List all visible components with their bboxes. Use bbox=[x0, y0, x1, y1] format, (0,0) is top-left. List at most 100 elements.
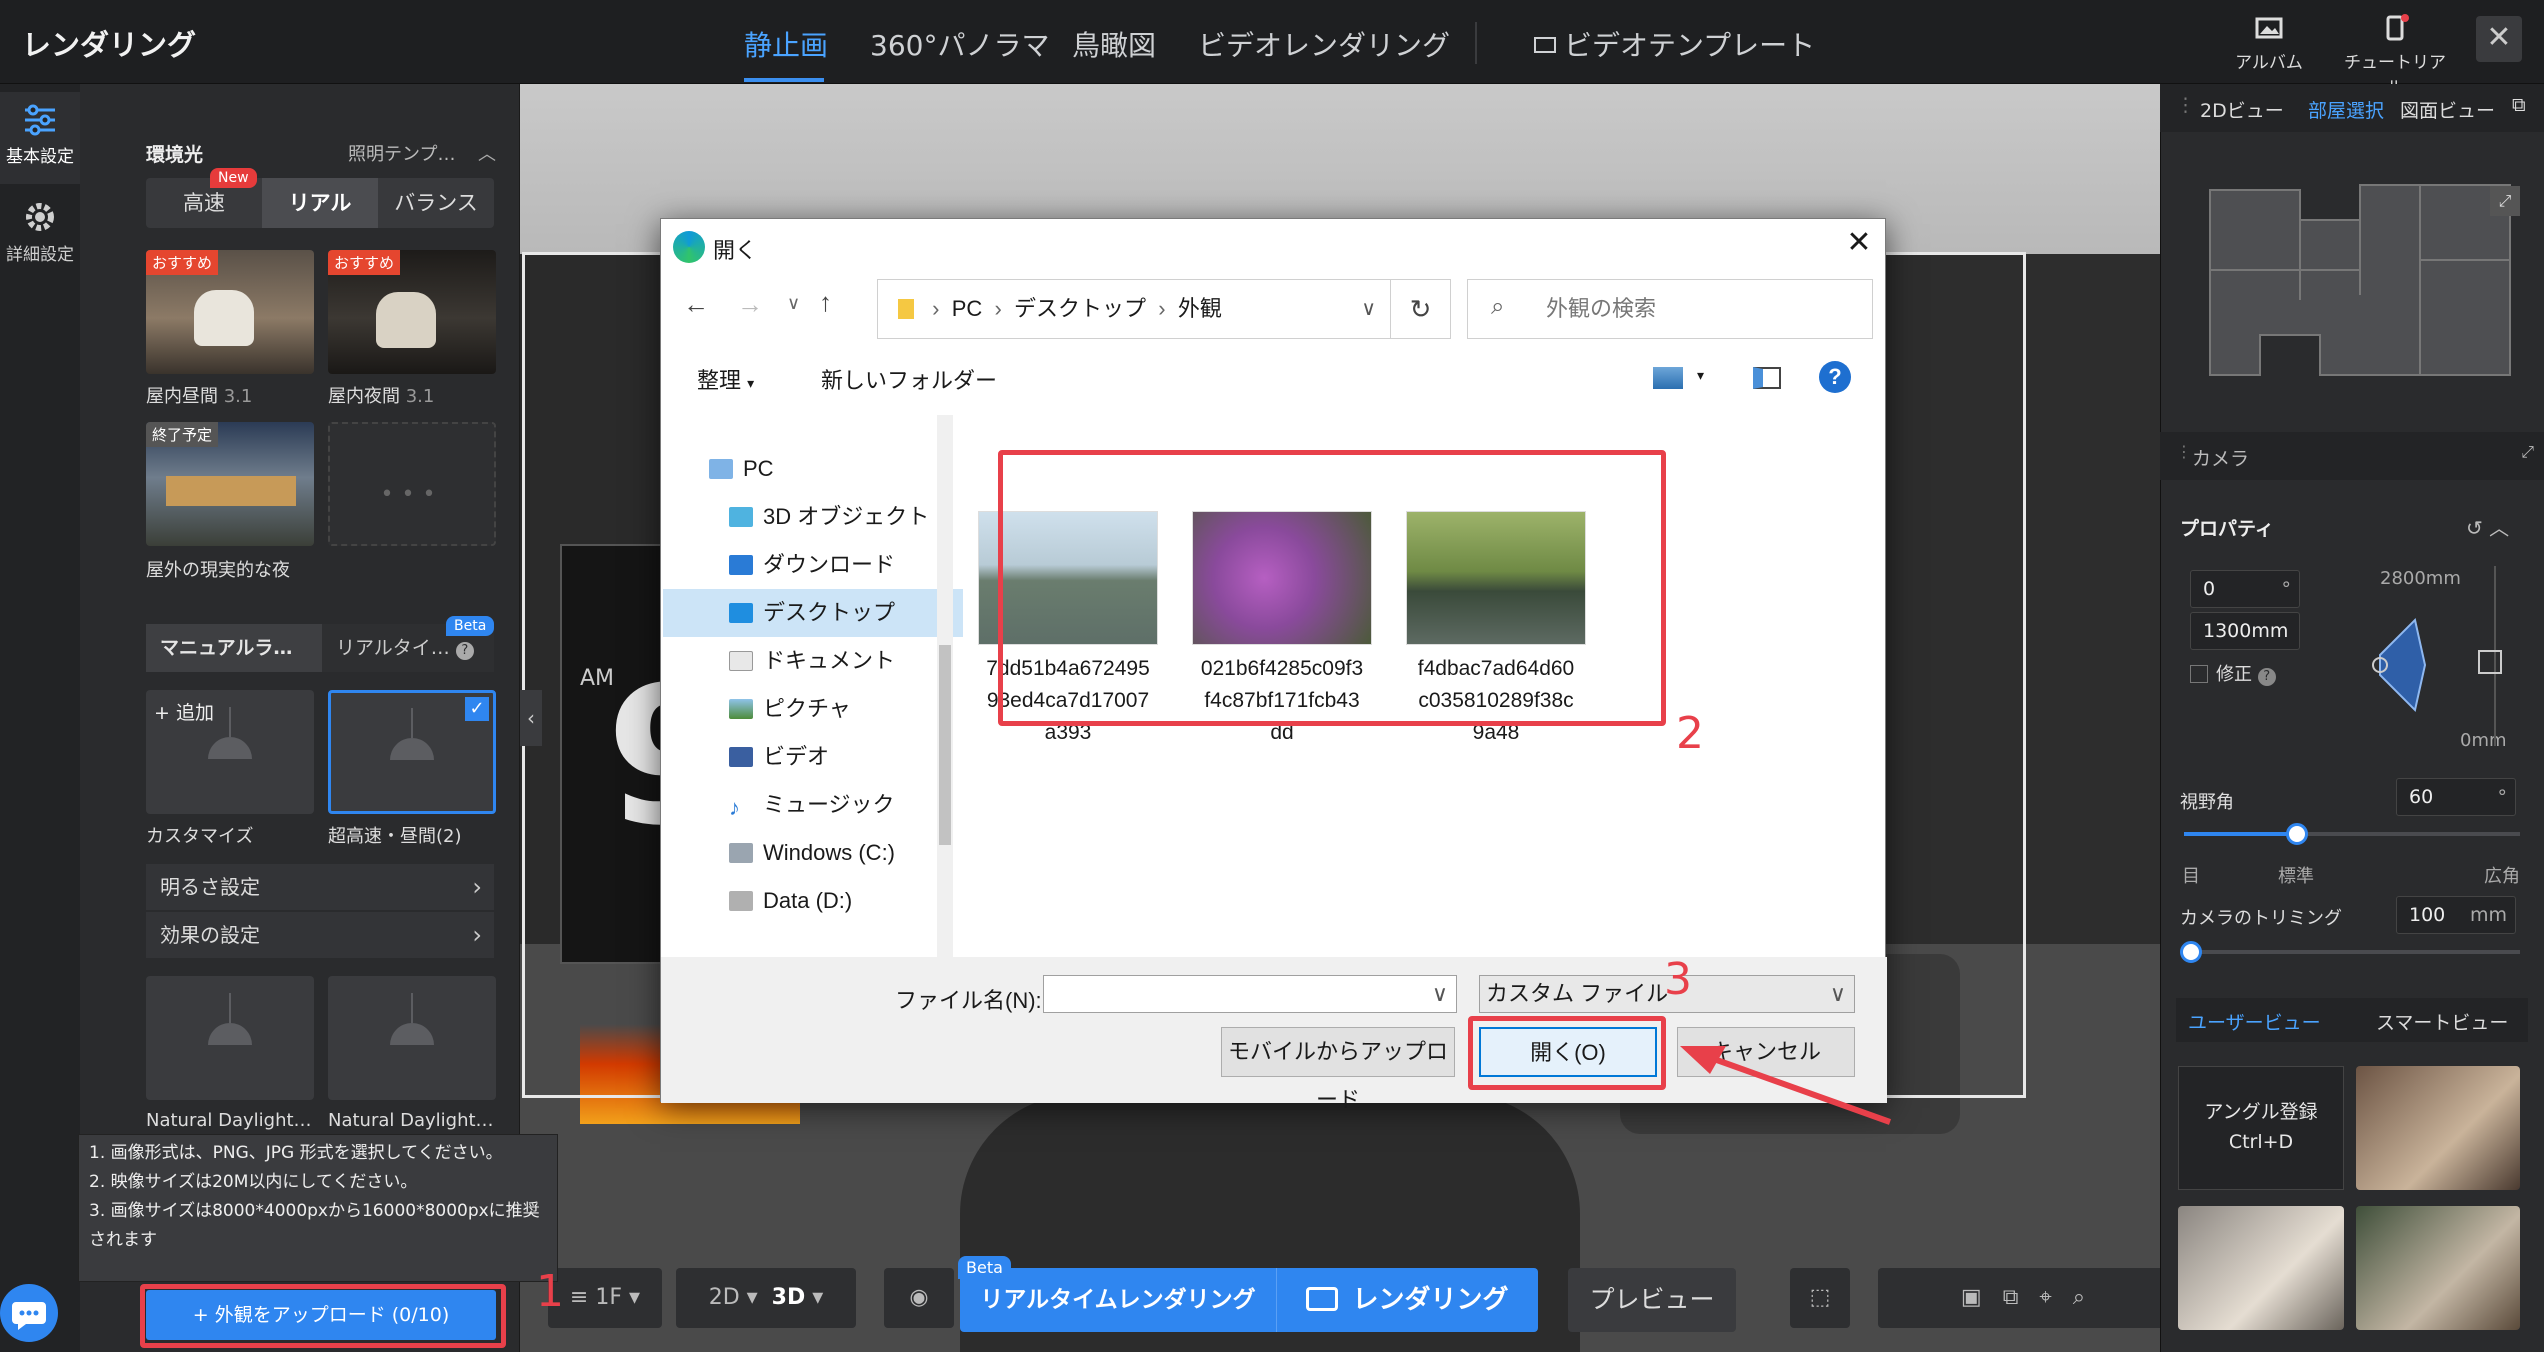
trim-input[interactable]: 100 mm bbox=[2396, 896, 2516, 934]
expand-icon[interactable]: ⤢ bbox=[2490, 186, 2520, 216]
chat-button[interactable] bbox=[0, 1284, 58, 1342]
compare-icon[interactable]: ⧉ bbox=[2003, 1285, 2019, 1310]
tree-item-pc[interactable]: PC bbox=[663, 445, 963, 493]
tree-item-3d[interactable]: 3D オブジェクト bbox=[663, 493, 963, 541]
preview-pane-icon[interactable] bbox=[1753, 367, 1781, 389]
view-dropdown-icon[interactable]: ▾ bbox=[1697, 367, 1704, 384]
frame-select-icon[interactable]: ⬚ bbox=[1790, 1268, 1850, 1328]
filename-input[interactable]: ∨ bbox=[1043, 975, 1457, 1013]
help-icon[interactable]: ? bbox=[455, 642, 474, 660]
fov-input[interactable]: 60 ° bbox=[2396, 778, 2516, 816]
help-icon[interactable]: ? bbox=[2257, 668, 2276, 686]
reset-icon[interactable]: ↺ ︿ bbox=[2466, 512, 2509, 541]
tree-scrollbar[interactable] bbox=[937, 415, 953, 957]
mode-3d[interactable]: 3D bbox=[772, 1285, 806, 1310]
tree-item-downloads[interactable]: ダウンロード bbox=[663, 541, 963, 589]
camera-height-icon[interactable] bbox=[2478, 650, 2502, 674]
focus-icon[interactable]: ⌖ bbox=[2039, 1285, 2051, 1310]
tab-video-rendering[interactable]: ビデオレンダリング bbox=[1198, 24, 1450, 64]
zoom-icon[interactable]: ⌕ bbox=[2073, 1285, 2085, 1310]
saved-view-thumb-3[interactable] bbox=[2356, 1206, 2520, 1330]
help-icon[interactable]: ? bbox=[1819, 361, 1851, 393]
scene-thumb-outdoor-night[interactable]: 終了予定 bbox=[146, 422, 314, 546]
collapse-left-icon[interactable]: ‹ bbox=[520, 690, 542, 746]
chevron-down-icon[interactable]: ∨ bbox=[1361, 280, 1376, 338]
quality-real[interactable]: リアル bbox=[262, 178, 378, 228]
tree-item-documents[interactable]: ドキュメント bbox=[663, 637, 963, 685]
tab-panorama[interactable]: 360°パノラマ bbox=[870, 24, 1049, 64]
scene-thumb-day[interactable]: おすすめ bbox=[146, 250, 314, 374]
saved-view-thumb-1[interactable] bbox=[2356, 1066, 2520, 1190]
fov-slider-track[interactable] bbox=[2184, 823, 2520, 845]
tab-birds-eye[interactable]: 鳥瞰図 bbox=[1072, 24, 1156, 64]
scene-thumb-night[interactable]: おすすめ bbox=[328, 250, 496, 374]
tree-item-pictures[interactable]: ピクチャ bbox=[663, 685, 963, 733]
trim-slider-track[interactable] bbox=[2180, 941, 2520, 963]
breadcrumb-exterior[interactable]: 外観 bbox=[1178, 296, 1222, 321]
tab-smart-view[interactable]: スマートビュー bbox=[2376, 1008, 2508, 1035]
light-card-ultra[interactable]: ✓ bbox=[328, 690, 496, 814]
breadcrumb-desktop[interactable]: デスクトップ bbox=[1014, 296, 1146, 321]
preview-button[interactable]: プレビュー bbox=[1568, 1268, 1736, 1332]
recent-dropdown-icon[interactable]: ∨ bbox=[787, 293, 800, 314]
rail-basic-settings[interactable]: 基本設定 bbox=[0, 92, 80, 184]
popout-icon[interactable]: ⧉ bbox=[2512, 94, 2526, 116]
tab-video-template[interactable]: ビデオテンプレート bbox=[1534, 24, 1815, 64]
quality-balance[interactable]: バランス bbox=[378, 178, 494, 228]
close-icon[interactable]: ✕ bbox=[2476, 16, 2522, 62]
forward-arrow-icon[interactable]: → bbox=[737, 289, 763, 320]
drag-handle-icon[interactable]: ⋮ bbox=[2176, 442, 2192, 461]
camera-angle-input[interactable]: 0 ° bbox=[2190, 570, 2300, 608]
rendering-button[interactable]: レンダリング bbox=[1276, 1268, 1538, 1332]
refresh-icon[interactable]: ↻ bbox=[1391, 279, 1451, 339]
light-card-nd2[interactable] bbox=[328, 976, 496, 1100]
tree-item-desktop[interactable]: デスクトップ bbox=[663, 589, 963, 637]
angle-register-card[interactable]: アングル登録 Ctrl+D bbox=[2178, 1066, 2344, 1190]
tab-user-view[interactable]: ユーザービュー bbox=[2188, 1008, 2321, 1035]
tab-plan-view[interactable]: 図面ビュー bbox=[2400, 96, 2495, 123]
effect-settings-row[interactable]: 効果の設定 › bbox=[146, 912, 494, 958]
light-card-nd1[interactable] bbox=[146, 976, 314, 1100]
tab-manual-light[interactable]: マニュアルラ… bbox=[146, 624, 322, 672]
dialog-close-icon[interactable]: ✕ bbox=[1839, 223, 1879, 263]
chevron-down-icon[interactable]: ∨ bbox=[1432, 976, 1448, 1012]
tree-item-music[interactable]: ♪ ミュージック bbox=[663, 781, 963, 829]
mobile-upload-button[interactable]: モバイルからアップロード bbox=[1221, 1027, 1455, 1112]
image-icon[interactable]: ▣ bbox=[1961, 1285, 1982, 1310]
checkbox-checked-icon[interactable]: ✓ bbox=[465, 697, 489, 721]
saved-view-thumb-2[interactable] bbox=[2178, 1206, 2344, 1330]
floor-selector[interactable]: ≡ 1F ▾ bbox=[548, 1268, 662, 1328]
rail-advanced-settings[interactable]: 詳細設定 bbox=[0, 200, 80, 280]
chevron-down-icon[interactable]: ∨ bbox=[1830, 976, 1846, 1012]
fov-slider-thumb[interactable] bbox=[2286, 823, 2308, 845]
floorplan-minimap[interactable]: ⤢ bbox=[2200, 180, 2520, 380]
lighting-template-link[interactable]: 照明テンプ… bbox=[348, 140, 455, 166]
tab-still-image[interactable]: 静止画 bbox=[744, 24, 828, 64]
scrollbar-thumb[interactable] bbox=[939, 645, 951, 845]
new-folder-button[interactable]: 新しいフォルダー bbox=[821, 363, 997, 395]
trim-slider-thumb[interactable] bbox=[2180, 941, 2202, 963]
search-input[interactable]: 外観の検索 bbox=[1467, 279, 1873, 339]
album-button[interactable]: アルバム bbox=[2214, 14, 2324, 73]
light-card-custom[interactable]: + 追加 bbox=[146, 690, 314, 814]
tree-item-drive-d[interactable]: Data (D:) bbox=[663, 877, 963, 925]
mode-2d[interactable]: 2D bbox=[709, 1285, 740, 1310]
drag-handle-icon[interactable]: ⋮ bbox=[2176, 94, 2195, 116]
tab-room-select[interactable]: 部屋選択 bbox=[2308, 96, 2384, 123]
camera-height-input[interactable]: 1300mm bbox=[2190, 612, 2300, 650]
scene-thumb-empty[interactable]: ••• bbox=[328, 422, 496, 546]
add-light-button[interactable]: + 追加 bbox=[154, 698, 214, 725]
expand-icon[interactable]: ⤢ bbox=[2521, 442, 2534, 462]
breadcrumb-pc[interactable]: PC bbox=[952, 296, 983, 321]
tree-item-videos[interactable]: ビデオ bbox=[663, 733, 963, 781]
address-bar[interactable]: › PC › デスクトップ › 外観 ∨ bbox=[877, 279, 1391, 339]
view-change-icon[interactable] bbox=[1653, 367, 1683, 389]
up-arrow-icon[interactable]: ↑ bbox=[819, 287, 832, 318]
organize-menu[interactable]: 整理 ▾ bbox=[697, 363, 754, 395]
tab-2d-view[interactable]: 2Dビュー bbox=[2200, 96, 2284, 123]
back-arrow-icon[interactable]: ← bbox=[683, 289, 709, 320]
eye-icon[interactable]: ◉ bbox=[884, 1268, 954, 1328]
brightness-settings-row[interactable]: 明るさ設定 › bbox=[146, 864, 494, 910]
tree-item-drive-c[interactable]: Windows (C:) bbox=[663, 829, 963, 877]
fix-checkbox[interactable]: 修正 ? bbox=[2190, 660, 2276, 686]
